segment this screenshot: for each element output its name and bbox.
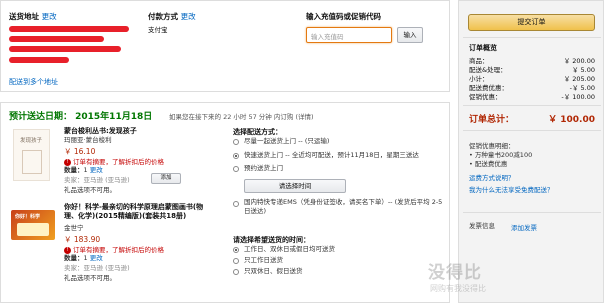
add-invoice-link[interactable]: 添加发票	[511, 222, 537, 232]
order-total-value: ￥ 100.00	[548, 115, 595, 125]
warning-icon: !	[64, 158, 71, 166]
delivery-time-label: 工作日、双休日或假日均可送货	[244, 245, 335, 253]
product-thumbnail[interactable]: 发现孩子	[13, 129, 50, 181]
free-shipping-help-link[interactable]: 我为什么无法享受免费配送？	[469, 184, 554, 194]
delivery-option-radio[interactable]	[233, 201, 239, 207]
product-thumbnail-title: 你好！科学	[15, 214, 41, 220]
select-time-button[interactable]: 请选择时间	[244, 179, 346, 193]
product-title[interactable]: 你好！科学-最亲切的科学原理启蒙图画书(物理、化学)(2015精编版)(套装共1…	[64, 203, 214, 221]
address-section-title: 送货地址 更改	[9, 12, 57, 21]
promo-apply-button[interactable]: 输入	[397, 27, 423, 43]
delivery-method-title: 选择配送方式：	[233, 128, 282, 136]
gift-option-note: 礼品选项不可用。	[64, 186, 116, 194]
promo-detail-title: 促销优惠明细：	[469, 142, 515, 150]
invoice-label: 发票信息	[469, 222, 495, 230]
checkout-top-section: 送货地址 更改 配送到多个地址 付款方式 更改 支付宝 输入充值码或促销代码 输…	[0, 0, 450, 92]
delivery-option-radio[interactable]	[233, 166, 239, 172]
address-redaction	[9, 26, 129, 32]
shipping-method-help-link[interactable]: 运费方式说明？	[469, 172, 515, 182]
delivery-option-radio[interactable]	[233, 139, 239, 145]
estimated-delivery-date: 预计送达日期： 2015年11月18日	[9, 112, 153, 122]
watermark-slogan: 网购有我没得比	[430, 284, 486, 293]
payment-edit-link[interactable]: 更改	[181, 12, 196, 21]
quantity-row: 数量：1 更改	[64, 166, 103, 174]
delivery-option-label: 预约送货上门	[244, 164, 283, 172]
delivery-time-label: 只双休日、假日送货	[244, 267, 303, 275]
product-author: 玛丽亚·蒙台梭利	[64, 136, 112, 144]
order-total: 订单总计： ￥ 100.00	[469, 112, 595, 125]
order-deadline-note: 如果您在接下来的 22 小时 57 分钟 内订购 (详情)	[169, 113, 314, 121]
delivery-time-radio[interactable]	[233, 269, 239, 275]
shipment-section: 预计送达日期： 2015年11月18日 如果您在接下来的 22 小时 57 分钟…	[0, 102, 450, 303]
quantity-row: 数量：1 更改	[64, 254, 103, 262]
order-summary-title: 订单概览	[469, 44, 497, 52]
seller-info: 卖家：亚马逊 (亚马逊)	[64, 264, 130, 272]
product-author: 金世宁	[64, 224, 84, 232]
delivery-option-label: 快速送货上门 -- 全近均可配送，预计11月18日，星期三送达	[244, 151, 419, 159]
promo-detail-line: • 万种童书200减100	[469, 151, 533, 159]
product-thumbnail-title: 发现孩子	[20, 138, 43, 144]
quantity-edit-link[interactable]: 更改	[90, 166, 103, 174]
quantity-edit-link[interactable]: 更改	[90, 254, 103, 262]
delivery-time-title: 请选择希望送货的时间：	[233, 236, 310, 244]
address-redaction	[9, 46, 121, 52]
address-redaction	[9, 57, 69, 63]
gift-option-note: 礼品选项不可用。	[64, 274, 116, 282]
address-redaction	[9, 36, 104, 42]
delivery-option-radio[interactable]	[233, 153, 239, 159]
quantity-value: 1	[83, 166, 88, 174]
delivery-option-label: 尽量一起送货上门 -- (只运输)	[244, 137, 330, 145]
address-edit-link[interactable]: 更改	[42, 12, 57, 21]
promo-detail-line: • 配送费优惠	[469, 160, 508, 168]
gift-add-button[interactable]: 添加	[151, 173, 181, 184]
delivery-option-label: 国内特快专递EMS（凭身份证签收，请买名下单）-- (发货后平均 2-5日送达)	[244, 198, 443, 215]
submit-order-button[interactable]: 提交订单	[468, 14, 595, 31]
product-thumbnail[interactable]: 你好！科学	[11, 210, 55, 240]
product-title[interactable]: 蒙台梭利丛书:发现孩子	[64, 127, 137, 136]
summary-row: 促销优惠： -￥ 100.00	[469, 93, 595, 101]
delivery-time-radio[interactable]	[233, 247, 239, 253]
promo-code-input[interactable]: 输入充值码	[306, 27, 392, 43]
payment-method: 支付宝	[148, 26, 168, 34]
promo-section-title: 输入充值码或促销代码	[306, 12, 381, 21]
discount-warning[interactable]: ! 订单有摘要，了解折扣后的价格	[64, 244, 164, 254]
quantity-value: 1	[83, 254, 88, 262]
payment-section-title: 付款方式 更改	[148, 12, 196, 21]
watermark-logo: 没得比	[428, 263, 482, 283]
discount-warning[interactable]: ! 订单有摘要，了解折扣后的价格	[64, 156, 164, 166]
warning-icon: !	[64, 246, 71, 254]
delivery-time-label: 只工作日送货	[244, 256, 283, 264]
multi-address-link[interactable]: 配送到多个地址	[9, 77, 58, 87]
delivery-time-radio[interactable]	[233, 258, 239, 264]
seller-info: 卖家：亚马逊 (亚马逊)	[64, 176, 130, 184]
